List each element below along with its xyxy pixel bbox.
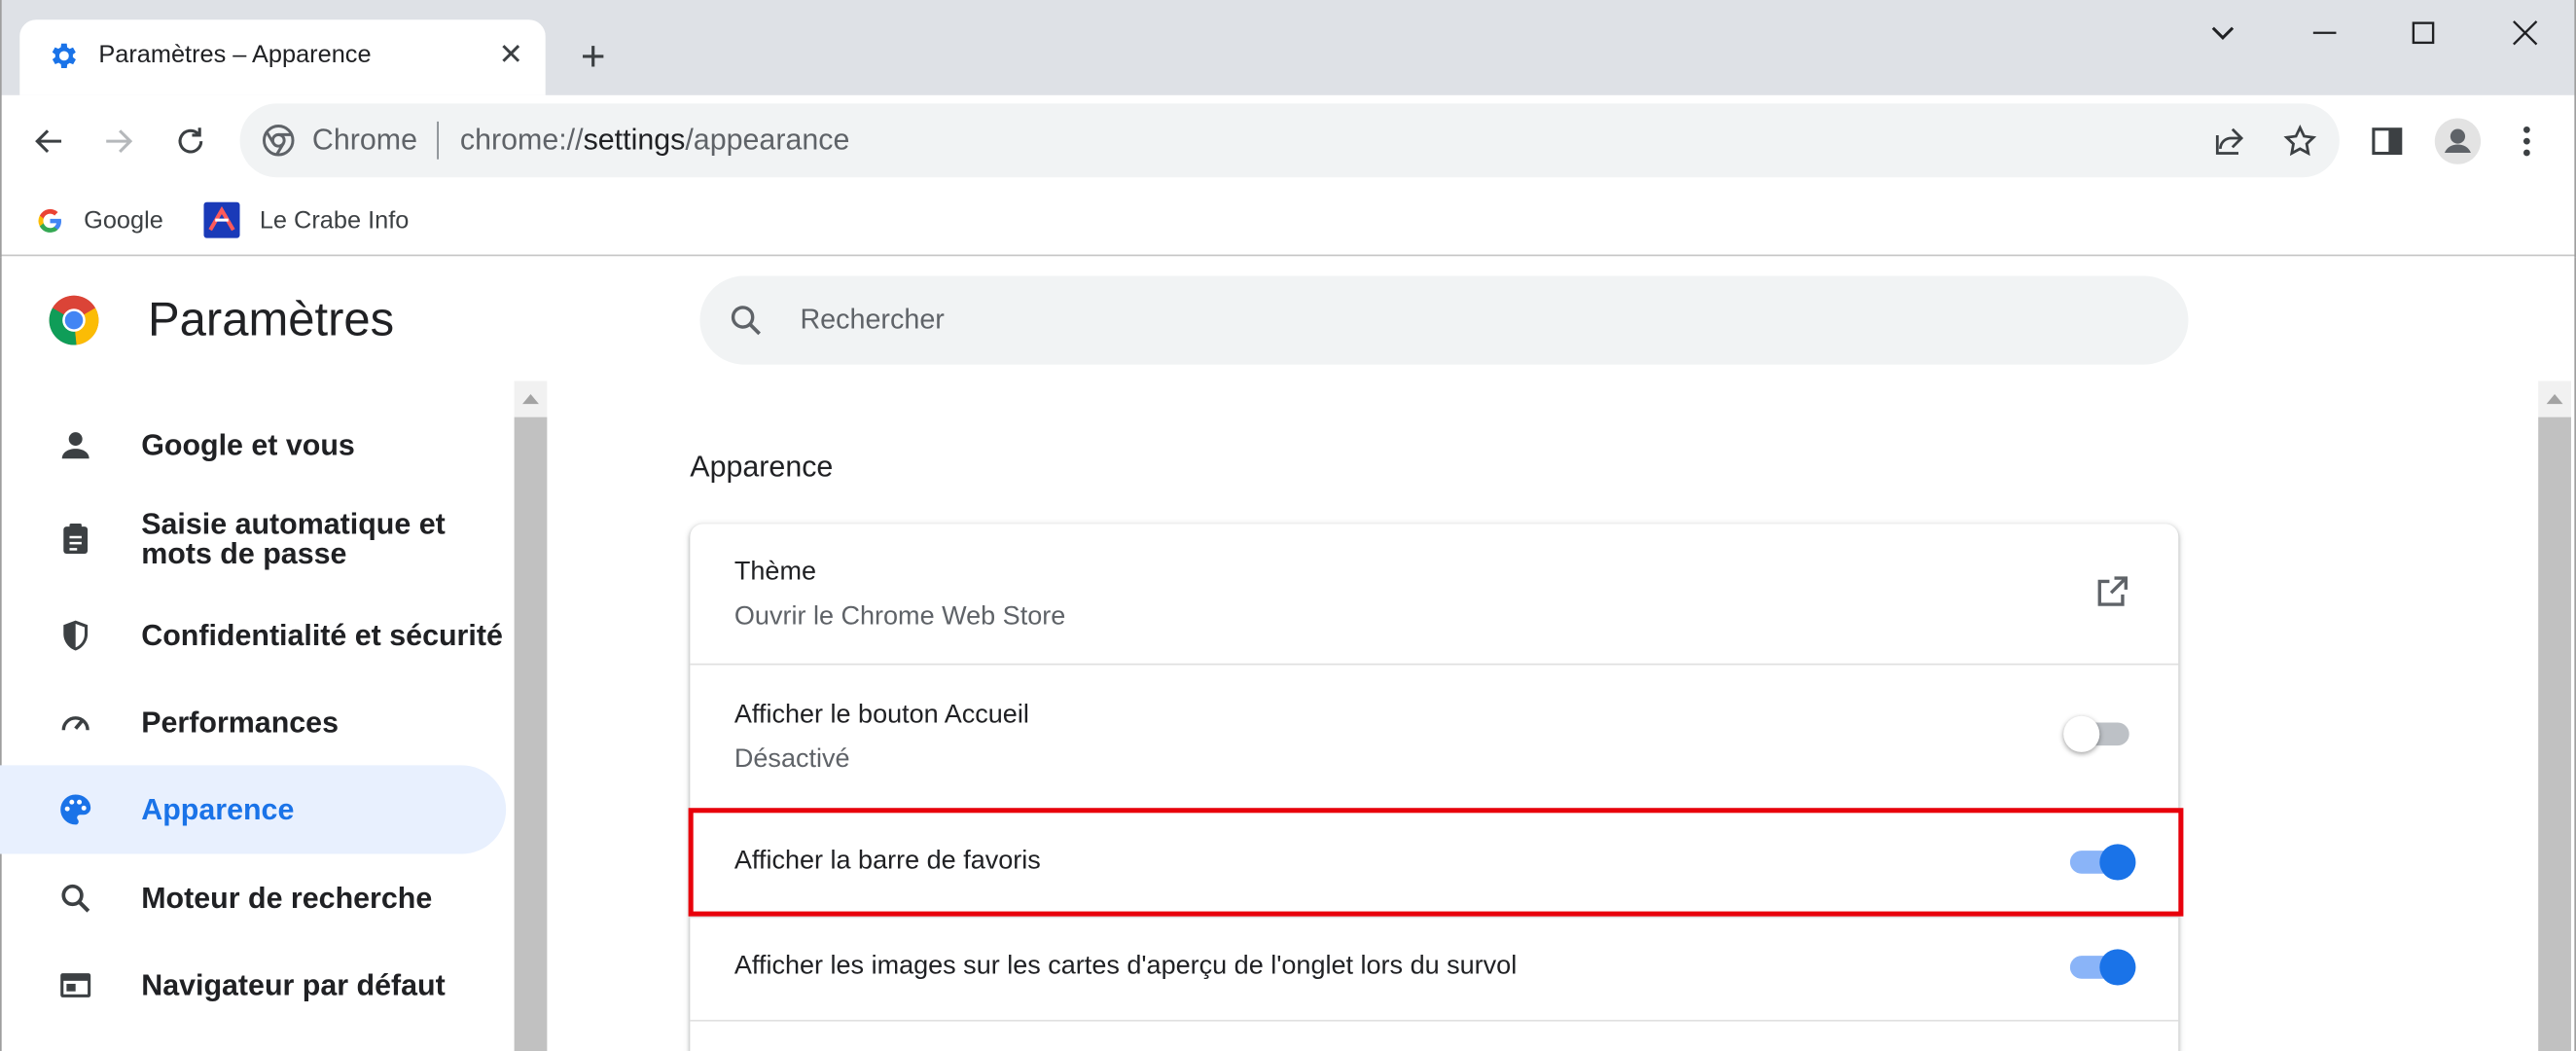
chrome-logo-icon <box>262 125 295 157</box>
sidebar-scroll-up-icon[interactable] <box>514 381 548 417</box>
settings-search-input[interactable]: Rechercher <box>699 275 2189 365</box>
home-button-row[interactable]: Afficher le bouton Accueil Désactivé <box>690 665 2179 810</box>
sidebar-item-navigateur-par-defaut[interactable]: Navigateur par défaut <box>0 941 506 1030</box>
home-button-toggle[interactable] <box>2063 712 2135 755</box>
sidebar-item-performances[interactable]: Performances <box>0 678 506 767</box>
bookmark-label: Google <box>84 205 163 235</box>
sidebar-item-label: Saisie automatique et mots de passe <box>141 509 446 568</box>
bookmark-star-icon[interactable] <box>2278 120 2321 163</box>
sidebar-item-label: Moteur de recherche <box>141 882 433 915</box>
bookmarks-bar: Google Le Crabe Info <box>0 187 2576 257</box>
highlight-frame <box>688 808 2184 917</box>
sidebar-item-label: Performances <box>141 706 339 740</box>
sidebar-scrollbar-thumb[interactable] <box>514 417 548 1051</box>
search-placeholder: Rechercher <box>800 304 945 336</box>
page-scroll-up-icon[interactable] <box>2538 381 2571 417</box>
sidebar-item-label: Apparence <box>141 793 295 826</box>
url-scheme: chrome:// <box>459 123 584 157</box>
side-panel-icon[interactable] <box>2361 115 2414 167</box>
speedometer-icon <box>55 703 95 743</box>
reload-icon[interactable] <box>164 115 217 167</box>
section-title: Apparence <box>690 450 834 484</box>
palette-icon <box>55 790 95 830</box>
bookmark-le-crabe-info[interactable]: Le Crabe Info <box>203 200 409 240</box>
sidebar-item-label: Navigateur par défaut <box>141 968 446 1002</box>
row-label: Thème <box>733 558 816 587</box>
tab-search-chevron-icon[interactable] <box>2185 7 2261 59</box>
url-host: settings <box>583 123 686 157</box>
settings-page: Paramètres Rechercher Google et vous Sai… <box>0 257 2576 1051</box>
shield-icon <box>55 616 95 656</box>
page-scrollbar-thumb[interactable] <box>2538 417 2571 1051</box>
row-sublabel: Désactivé <box>733 745 850 774</box>
le-crabe-info-icon <box>203 201 240 238</box>
gear-icon <box>52 43 76 69</box>
omnibox-chip: Chrome <box>311 123 418 157</box>
sidebar-item-label: Confidentialité et sécurité <box>141 619 503 652</box>
theme-row[interactable]: Thème Ouvrir le Chrome Web Store <box>690 524 2179 666</box>
share-icon[interactable] <box>2208 120 2251 163</box>
maximize-icon[interactable] <box>2385 7 2461 59</box>
toggle-knob <box>2063 715 2100 752</box>
sidebar-label-line1: Saisie automatique et <box>141 507 446 541</box>
address-bar[interactable]: Chrome chrome://settings/appearance <box>239 103 2340 178</box>
tab-strip: Paramètres – Apparence ✕ + <box>0 0 2576 95</box>
forward-arrow-icon[interactable] <box>92 115 145 167</box>
tab-settings-appearance[interactable]: Paramètres – Apparence ✕ <box>19 19 546 95</box>
toggle-knob <box>2099 949 2136 986</box>
person-icon <box>55 425 95 465</box>
close-window-icon[interactable] <box>2487 7 2563 59</box>
search-icon <box>55 879 95 919</box>
browser-window-icon <box>55 965 95 1005</box>
sidebar-item-google-et-vous[interactable]: Google et vous <box>0 401 506 489</box>
external-link-icon[interactable] <box>2092 573 2131 613</box>
omnibox-separator <box>437 121 439 160</box>
new-tab-button[interactable]: + <box>570 33 616 79</box>
row-label: Afficher les images sur les cartes d'ape… <box>733 952 1518 981</box>
clipboard-icon <box>55 519 95 559</box>
window-border-left <box>0 0 2 258</box>
tab-hover-images-toggle[interactable] <box>2063 946 2136 989</box>
sidebar-item-confidentialite[interactable]: Confidentialité et sécurité <box>0 592 506 680</box>
search-icon <box>731 306 761 336</box>
bookmark-label: Le Crabe Info <box>259 205 410 235</box>
page-title: Paramètres <box>147 294 395 347</box>
more-menu-icon[interactable] <box>2500 115 2553 167</box>
url-path: /appearance <box>685 123 850 157</box>
sidebar-item-label: Google et vous <box>141 428 355 462</box>
appearance-card: Thème Ouvrir le Chrome Web Store Affiche… <box>690 524 2179 1051</box>
settings-sidebar: Google et vous Saisie automatique et mots… <box>0 384 551 1051</box>
back-arrow-icon[interactable] <box>23 115 76 167</box>
tab-hover-images-row[interactable]: Afficher les images sur les cartes d'ape… <box>690 918 2179 1022</box>
sidebar-item-moteur-de-recherche[interactable]: Moteur de recherche <box>0 854 506 943</box>
tab-title: Paramètres – Apparence <box>98 41 372 69</box>
row-sublabel: Ouvrir le Chrome Web Store <box>733 602 1066 631</box>
bookmark-google[interactable]: Google <box>36 200 163 240</box>
sidebar-label-line2: mots de passe <box>141 536 347 570</box>
browser-toolbar: Chrome chrome://settings/appearance <box>0 94 2576 188</box>
tab-close-icon[interactable]: ✕ <box>493 36 529 72</box>
row-label: Afficher le bouton Accueil <box>733 701 1029 730</box>
profile-avatar-icon[interactable] <box>2431 115 2484 167</box>
chrome-logo-icon <box>49 295 99 345</box>
minimize-icon[interactable] <box>2287 7 2363 59</box>
omnibox-url[interactable]: chrome://settings/appearance <box>460 124 850 158</box>
google-g-icon <box>38 208 61 233</box>
sidebar-item-apparence[interactable]: Apparence <box>0 765 507 854</box>
sidebar-item-saisie-automatique[interactable]: Saisie automatique et mots de passe <box>0 489 506 588</box>
